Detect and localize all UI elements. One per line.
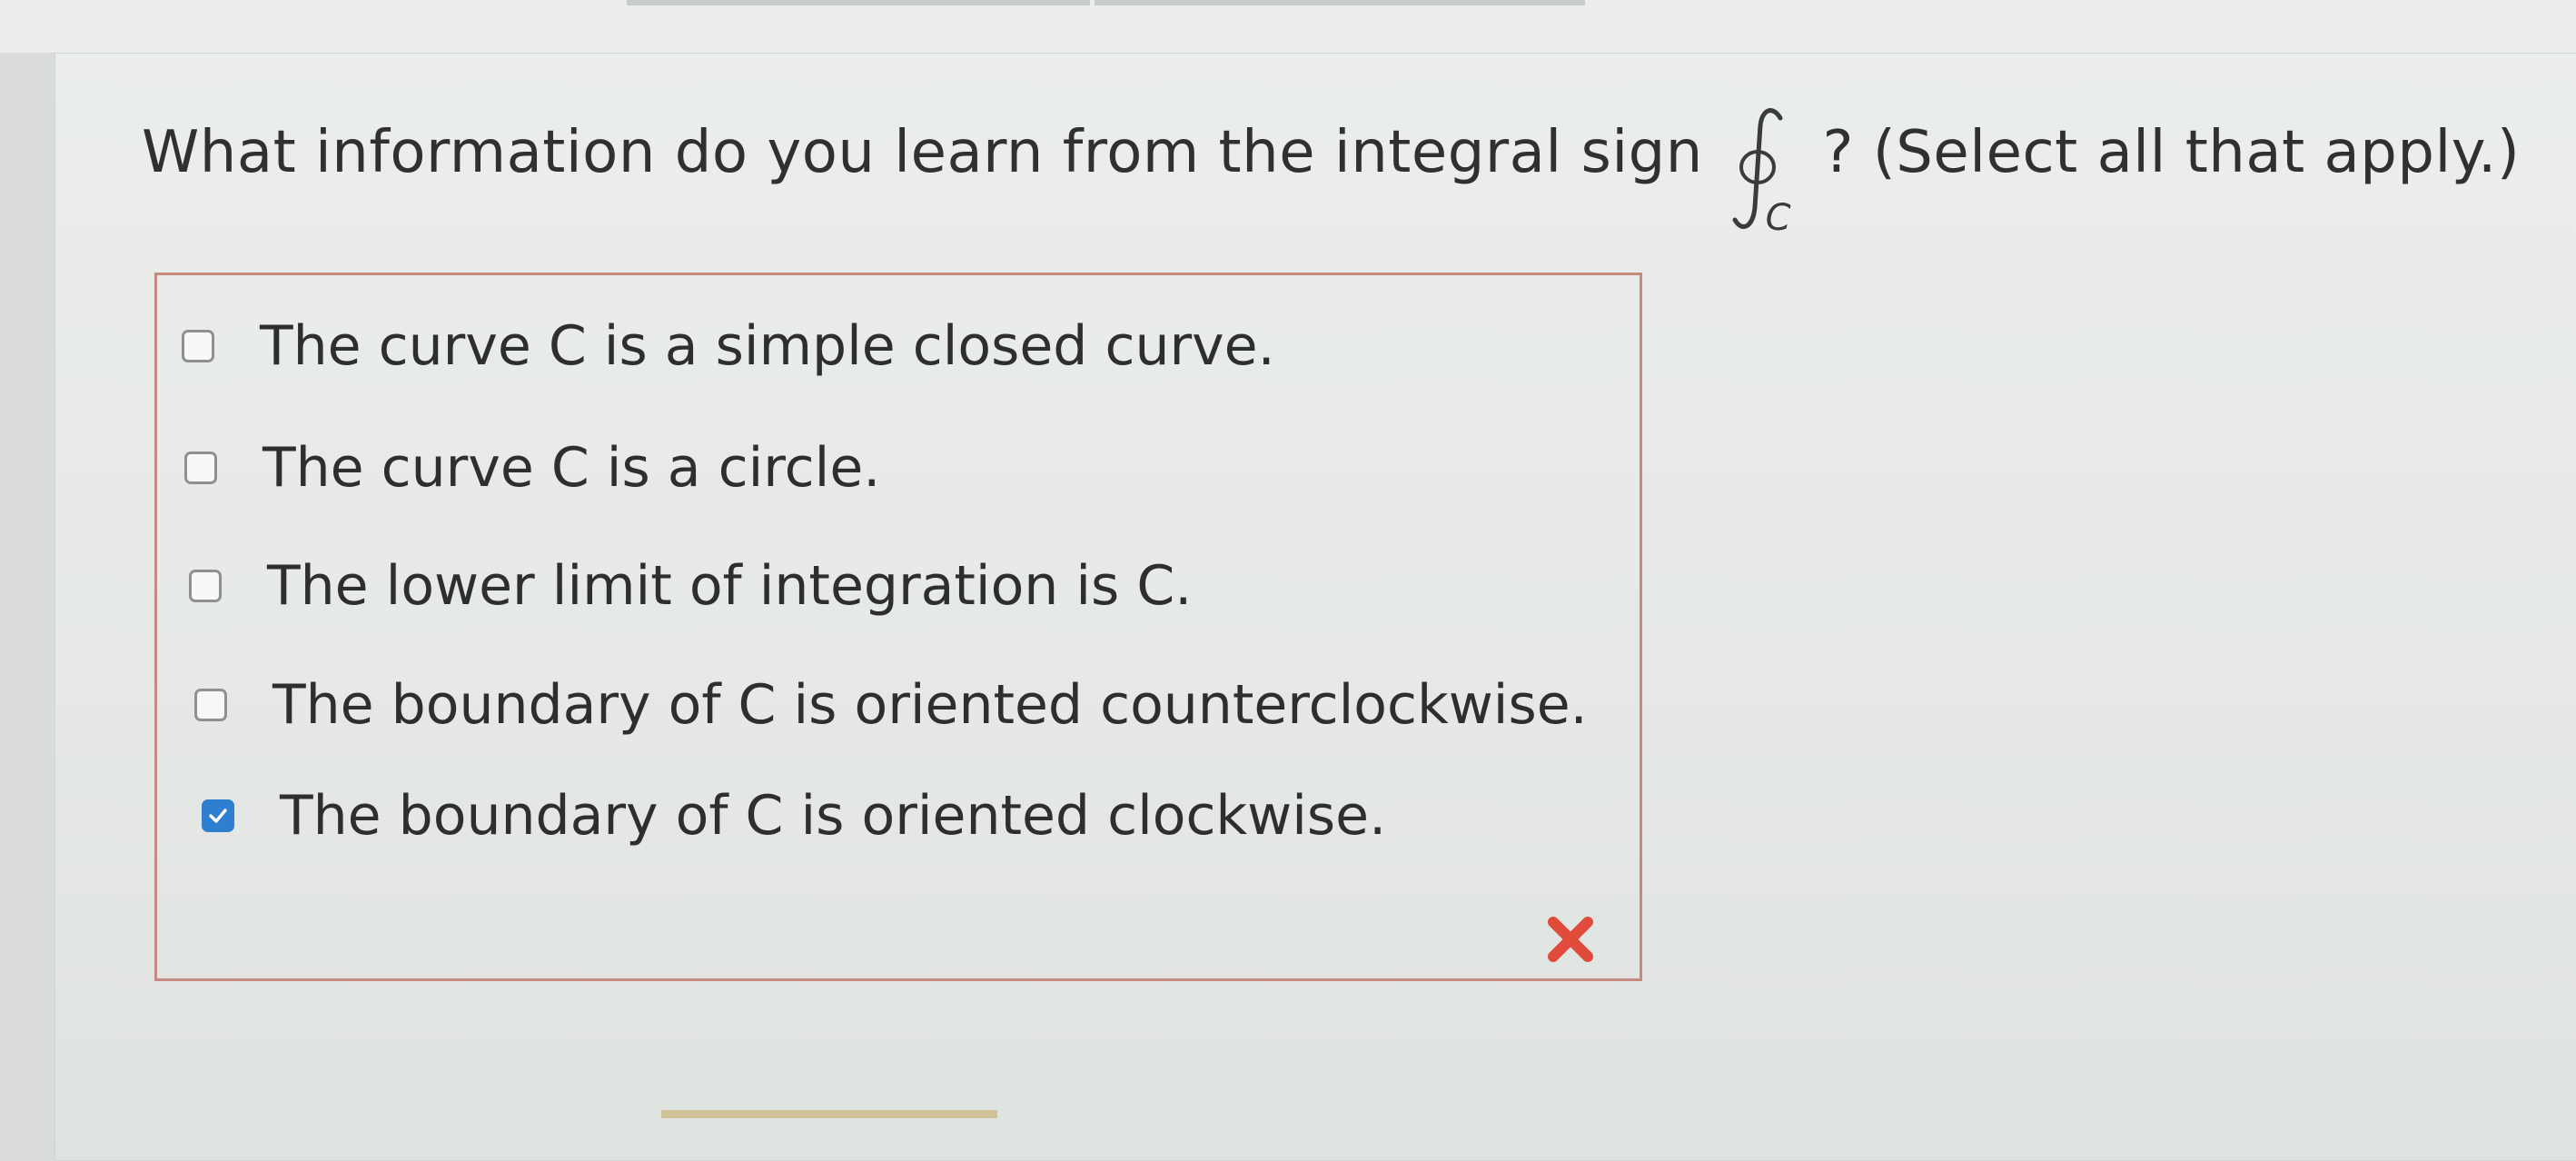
top-tab-indicator — [1095, 0, 1585, 5]
checkbox-checked[interactable] — [202, 799, 234, 832]
incorrect-x-icon — [1544, 913, 1597, 966]
checkmark-icon — [209, 809, 227, 823]
option-label: The curve C is a circle. — [263, 436, 881, 500]
option-label: The curve C is a simple closed curve. — [260, 314, 1275, 378]
top-tab-indicator — [627, 0, 1090, 5]
contour-integral-icon: C — [1722, 108, 1804, 236]
option-clockwise[interactable]: The boundary of C is oriented clockwise. — [202, 784, 1386, 848]
option-label: The lower limit of integration is C. — [267, 554, 1193, 618]
option-simple-closed-curve[interactable]: The curve C is a simple closed curve. — [182, 314, 1275, 378]
checkbox[interactable] — [189, 570, 222, 602]
question-suffix: ? (Select all that apply.) — [1822, 119, 2521, 186]
question-text: What information do you learn from the i… — [142, 108, 2521, 236]
option-counterclockwise[interactable]: The boundary of C is oriented counterclo… — [194, 673, 1588, 737]
option-label: The boundary of C is oriented clockwise. — [280, 784, 1387, 848]
option-circle[interactable]: The curve C is a circle. — [184, 436, 880, 500]
checkbox[interactable] — [184, 452, 217, 484]
bottom-tab-indicator — [661, 1110, 997, 1118]
answer-options-box — [154, 273, 1642, 981]
checkbox[interactable] — [194, 689, 227, 721]
option-lower-limit[interactable]: The lower limit of integration is C. — [189, 554, 1192, 618]
checkbox[interactable] — [182, 330, 214, 362]
option-label: The boundary of C is oriented counterclo… — [272, 673, 1588, 737]
top-strip — [0, 0, 2576, 54]
question-prefix: What information do you learn from the i… — [142, 119, 1703, 186]
integral-subscript: C — [1765, 197, 1792, 239]
